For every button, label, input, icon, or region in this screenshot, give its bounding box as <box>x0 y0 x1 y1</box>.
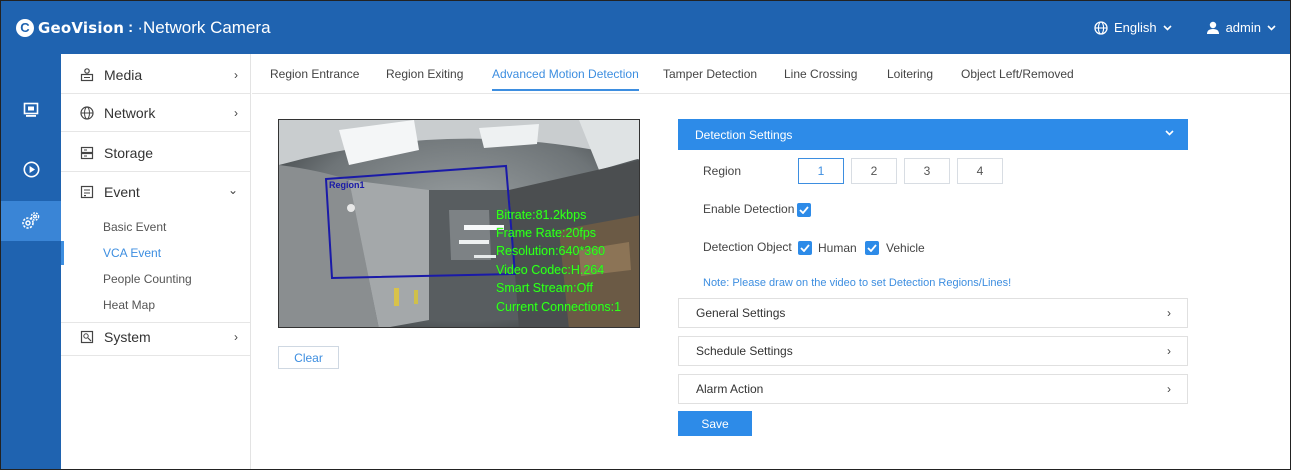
sub-item-people-counting[interactable]: People Counting <box>103 272 192 286</box>
chevron-right-icon: › <box>1167 344 1171 358</box>
alarm-action-row[interactable]: Alarm Action › <box>678 374 1188 404</box>
region-label: Region1 <box>329 180 365 190</box>
detection-object-label: Detection Object <box>703 240 792 254</box>
tab-object-left-removed[interactable]: Object Left/Removed <box>961 54 1074 94</box>
enable-detection-checkbox[interactable] <box>797 203 811 217</box>
event-icon <box>79 184 95 200</box>
playback-icon <box>23 161 39 177</box>
logo-mark-icon: C <box>16 18 34 37</box>
system-icon <box>79 329 95 345</box>
geovision-logo: C GeoVision : <box>16 18 137 37</box>
sidebar-item-storage[interactable]: Storage <box>61 134 250 172</box>
human-label: Human <box>818 241 857 255</box>
chevron-right-icon: › <box>1167 382 1171 396</box>
tab-bar: Region Entrance Region Exiting Advanced … <box>252 54 1290 94</box>
checkmark-icon <box>867 244 877 252</box>
language-selector[interactable]: English <box>1094 20 1172 35</box>
chevron-right-icon: › <box>234 330 238 344</box>
chevron-down-icon <box>1163 24 1172 31</box>
product-title: ·Network Camera <box>137 17 271 37</box>
tab-advanced-motion-detection[interactable]: Advanced Motion Detection <box>492 54 639 94</box>
region-1-button[interactable]: 1 <box>798 158 844 184</box>
tab-region-entrance[interactable]: Region Entrance <box>270 54 359 94</box>
chevron-right-icon: › <box>1167 306 1171 320</box>
sidebar-item-label: Event <box>104 184 140 200</box>
chevron-right-icon: › <box>234 106 238 120</box>
vehicle-label: Vehicle <box>886 241 925 255</box>
save-button[interactable]: Save <box>678 411 752 436</box>
schedule-settings-row[interactable]: Schedule Settings › <box>678 336 1188 366</box>
enable-detection-label: Enable Detection <box>703 202 795 216</box>
sidebar-item-label: System <box>104 328 151 345</box>
rail-playback[interactable] <box>1 149 61 189</box>
globe-icon <box>1094 20 1108 35</box>
sidebar-item-label: Network <box>104 104 156 121</box>
sidebar-item-event[interactable]: Event ⌄ <box>61 173 250 211</box>
sub-item-vca-event[interactable]: VCA Event <box>103 246 161 260</box>
panel-title: Detection Settings <box>695 127 793 142</box>
human-checkbox[interactable] <box>798 241 812 255</box>
sidebar-item-label: Storage <box>104 144 154 161</box>
sidebar-item-media[interactable]: Media › <box>61 56 250 94</box>
chevron-down-icon <box>1165 127 1174 139</box>
accordion-label: Alarm Action <box>696 382 764 396</box>
video-preview[interactable]: Region1 Bitrate:81.2kbps Frame Rate:20fp… <box>278 119 640 328</box>
general-settings-row[interactable]: General Settings › <box>678 298 1188 328</box>
vehicle-checkbox[interactable] <box>865 241 879 255</box>
rail-live-view[interactable] <box>1 90 61 130</box>
monitor-icon <box>23 102 39 117</box>
active-sub-indicator <box>61 241 64 265</box>
accordion-label: General Settings <box>696 306 786 320</box>
checkmark-icon <box>800 244 810 252</box>
sidebar-item-system[interactable]: System › <box>61 318 250 356</box>
brand: C GeoVision : ·Network Camera <box>16 1 271 54</box>
detection-settings-header[interactable]: Detection Settings <box>678 119 1188 150</box>
region-2-button[interactable]: 2 <box>851 158 897 184</box>
user-menu[interactable]: admin <box>1206 20 1276 35</box>
chevron-right-icon: › <box>234 68 238 82</box>
brand-separator: : <box>128 19 134 36</box>
globe-icon <box>79 105 95 121</box>
user-icon <box>1206 21 1219 34</box>
checkmark-icon <box>799 206 809 214</box>
user-label: admin <box>1225 20 1261 35</box>
clear-button[interactable]: Clear <box>278 346 339 369</box>
osd-frame-rate: Frame Rate:20fps <box>496 226 597 240</box>
language-label: English <box>1113 20 1157 35</box>
tab-region-exiting[interactable]: Region Exiting <box>386 54 463 94</box>
accordion-label: Schedule Settings <box>696 344 793 358</box>
sub-item-heat-map[interactable]: Heat Map <box>103 298 155 312</box>
region-3-button[interactable]: 3 <box>904 158 950 184</box>
osd-smart-stream: Smart Stream:Off <box>496 281 594 295</box>
region-label-text: Region <box>703 164 742 178</box>
icon-rail <box>1 54 61 469</box>
tab-tamper-detection[interactable]: Tamper Detection <box>663 54 757 94</box>
logo-text: GeoVision <box>38 18 125 37</box>
tab-line-crossing[interactable]: Line Crossing <box>784 54 857 94</box>
top-bar: C GeoVision : ·Network Camera English ad… <box>1 1 1290 54</box>
media-icon <box>79 67 95 83</box>
tab-loitering[interactable]: Loitering <box>887 54 933 94</box>
osd-resolution: Resolution:640*360 <box>496 244 606 258</box>
storage-icon <box>79 145 95 161</box>
side-menu: Media › Network › Storage Event ⌄ Basic … <box>61 54 251 469</box>
sub-item-basic-event[interactable]: Basic Event <box>103 220 166 234</box>
chevron-down-icon: ⌄ <box>227 183 238 197</box>
detection-note: Note: Please draw on the video to set De… <box>703 277 1012 289</box>
sidebar-item-label: Media <box>104 66 143 83</box>
rail-settings[interactable] <box>1 201 61 241</box>
settings-gears-icon <box>22 212 40 229</box>
osd-bitrate: Bitrate:81.2kbps <box>496 208 587 222</box>
region-4-button[interactable]: 4 <box>957 158 1003 184</box>
osd-video-codec: Video Codec:H.264 <box>496 263 605 277</box>
osd-connections: Current Connections:1 <box>496 300 622 314</box>
sidebar-item-network[interactable]: Network › <box>61 94 250 132</box>
chevron-down-icon <box>1267 24 1276 31</box>
